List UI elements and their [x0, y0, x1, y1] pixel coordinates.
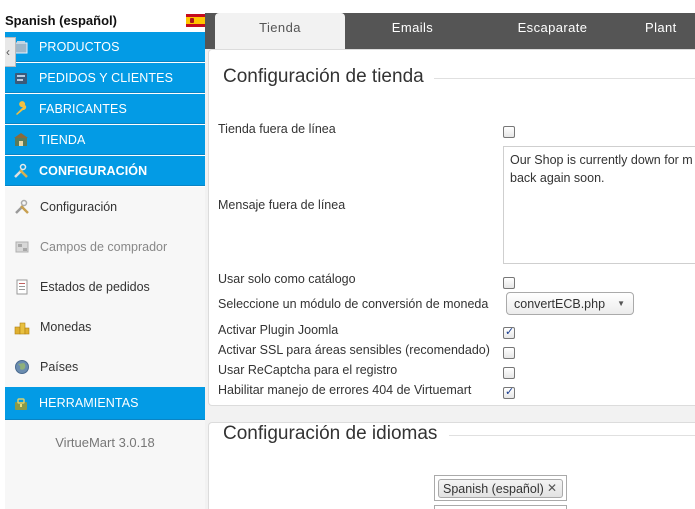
menu-item-pedidos[interactable]: PEDIDOS Y CLIENTES	[5, 63, 205, 93]
currency-module-label: Seleccione un módulo de conversión de mo…	[218, 297, 489, 311]
offline-label: Tienda fuera de línea	[218, 122, 336, 136]
menu-item-tienda[interactable]: TIENDA	[5, 125, 205, 155]
offline-message-label: Mensaje fuera de línea	[218, 198, 346, 212]
offline-message-textarea[interactable]: Our Shop is currently down for m back ag…	[503, 146, 695, 264]
sidebar-footer	[5, 460, 205, 509]
recaptcha-checkbox[interactable]	[503, 367, 515, 379]
language-config-legend: Configuración de idiomas	[223, 423, 448, 445]
error404-label: Habilitar manejo de errores 404 de Virtu…	[218, 383, 472, 397]
catalog-only-checkbox[interactable]	[503, 277, 515, 289]
submenu-item-campos-comprador[interactable]: Campos de comprador	[5, 227, 205, 267]
tab-emails[interactable]: Emails	[345, 13, 480, 49]
tab-bar: Tienda Emails Escaparate Plant	[205, 13, 695, 49]
version-label: VirtueMart 3.0.18	[5, 420, 205, 460]
document-icon	[16, 279, 28, 295]
sidebar: Spanish (español) ‹ PRODUCTOS PEDIDOS Y …	[0, 0, 206, 509]
catalog-only-label: Usar solo como catálogo	[218, 272, 356, 286]
close-icon[interactable]: ✕	[547, 481, 557, 495]
language-multiselect[interactable]: Spanish (español) ✕	[434, 475, 567, 501]
language-multiselect-secondary[interactable]	[434, 505, 567, 509]
tab-plantillas[interactable]: Plant	[645, 13, 695, 49]
tab-tienda[interactable]: Tienda	[215, 13, 345, 49]
tools-icon	[15, 199, 29, 214]
tab-escaparate[interactable]: Escaparate	[480, 13, 625, 49]
joomla-plugin-checkbox[interactable]: ✓	[503, 326, 515, 339]
submenu-item-configuracion[interactable]: Configuración	[5, 187, 205, 227]
menu-item-herramientas[interactable]: HERRAMIENTAS	[5, 387, 205, 420]
globe-icon	[15, 360, 29, 374]
language-chip: Spanish (español) ✕	[438, 479, 563, 498]
shop-config-legend: Configuración de tienda	[223, 66, 434, 88]
joomla-plugin-label: Activar Plugin Joomla	[218, 323, 339, 337]
fields-icon	[15, 241, 29, 253]
offline-checkbox[interactable]	[503, 126, 515, 138]
config-icon	[14, 163, 28, 178]
wrench-icon	[16, 101, 27, 115]
ssl-label: Activar SSL para áreas sensibles (recome…	[218, 343, 490, 357]
error404-checkbox[interactable]: ✓	[503, 386, 515, 399]
tools-icon	[15, 398, 27, 410]
check-icon: ✓	[505, 326, 515, 338]
submenu-item-monedas[interactable]: Monedas	[5, 307, 205, 347]
spain-flag-icon	[186, 14, 206, 27]
collapse-sidebar-button[interactable]: ‹	[5, 37, 16, 67]
menu-item-configuracion[interactable]: CONFIGURACIÓN	[5, 156, 205, 186]
shop-config-fieldset: Configuración de tienda Tienda fuera de …	[208, 49, 695, 406]
menu-item-fabricantes[interactable]: FABRICANTES	[5, 94, 205, 124]
language-label: Spanish (español)	[5, 13, 117, 28]
main-content: Configuración de tienda Tienda fuera de …	[205, 49, 695, 509]
check-icon: ✓	[505, 386, 515, 398]
currency-module-select[interactable]: convertECB.php ▼	[506, 292, 634, 315]
recaptcha-label: Usar ReCaptcha para el registro	[218, 363, 398, 377]
menu-item-productos[interactable]: PRODUCTOS	[5, 32, 205, 62]
orders-icon	[15, 73, 27, 84]
submenu-item-paises[interactable]: Países	[5, 347, 205, 387]
ssl-checkbox[interactable]	[503, 347, 515, 359]
submenu-item-estados-pedidos[interactable]: Estados de pedidos	[5, 267, 205, 307]
chevron-down-icon: ▼	[617, 299, 625, 308]
language-header: Spanish (español)	[0, 10, 206, 32]
store-icon	[14, 133, 28, 146]
coins-icon	[14, 322, 30, 335]
